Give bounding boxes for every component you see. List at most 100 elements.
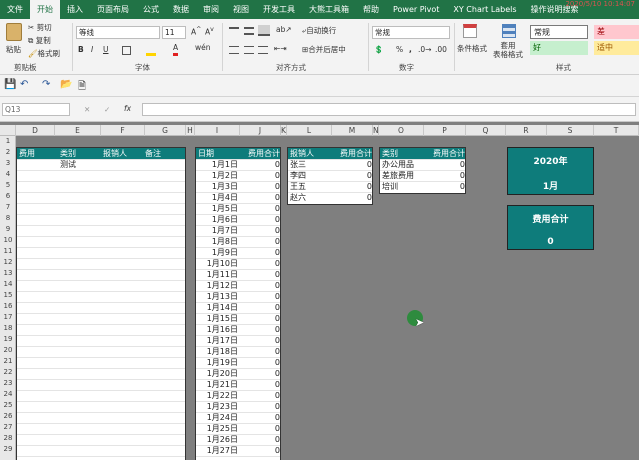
row-header-13[interactable]: 13 <box>0 268 16 279</box>
formula-input[interactable] <box>142 103 636 116</box>
date-total-26[interactable]: 0 <box>240 445 280 456</box>
row-header-25[interactable]: 25 <box>0 400 16 411</box>
date-total-23[interactable]: 0 <box>240 412 280 423</box>
row-header-8[interactable]: 8 <box>0 213 16 224</box>
font-size-shrink-icon[interactable]: Av <box>205 26 214 37</box>
border-icon[interactable] <box>122 46 131 55</box>
percent-button[interactable]: % <box>396 45 403 54</box>
cancel-icon[interactable]: ✕ <box>84 105 90 114</box>
date-total-10[interactable]: 0 <box>240 269 280 280</box>
person-name-2[interactable]: 王五 <box>290 181 306 192</box>
date-total-16[interactable]: 0 <box>240 335 280 346</box>
date-cell-22[interactable]: 1月23日 <box>196 401 238 412</box>
date-cell-25[interactable]: 1月26日 <box>196 434 238 445</box>
column-header-F[interactable]: F <box>101 125 145 136</box>
conditional-format-icon[interactable] <box>463 24 477 38</box>
row-header-20[interactable]: 20 <box>0 345 16 356</box>
format-painter-button[interactable]: 🖌格式刷 <box>28 48 60 59</box>
row-header-27[interactable]: 27 <box>0 422 16 433</box>
date-total-17[interactable]: 0 <box>240 346 280 357</box>
align-top-icon[interactable] <box>229 27 239 35</box>
tab-2[interactable]: 插入 <box>60 0 90 19</box>
row-header-29[interactable]: 29 <box>0 444 16 455</box>
date-cell-12[interactable]: 1月13日 <box>196 291 238 302</box>
table-format-button[interactable]: 套用 表格格式 <box>493 41 523 59</box>
date-total-4[interactable]: 0 <box>240 203 280 214</box>
date-total-24[interactable]: 0 <box>240 423 280 434</box>
row-header-18[interactable]: 18 <box>0 323 16 334</box>
date-total-13[interactable]: 0 <box>240 302 280 313</box>
column-header-O[interactable]: O <box>379 125 424 136</box>
date-total-0[interactable]: 0 <box>240 159 280 170</box>
category-name-2[interactable]: 培训 <box>382 181 398 192</box>
date-total-21[interactable]: 0 <box>240 390 280 401</box>
confirm-icon[interactable]: ✓ <box>104 105 110 114</box>
column-header-Q[interactable]: Q <box>466 125 506 136</box>
align-bottom-icon[interactable] <box>258 25 270 36</box>
date-cell-5[interactable]: 1月6日 <box>196 214 238 225</box>
date-cell-26[interactable]: 1月27日 <box>196 445 238 456</box>
date-total-14[interactable]: 0 <box>240 313 280 324</box>
tab-6[interactable]: 审阅 <box>196 0 226 19</box>
align-left-icon[interactable] <box>229 46 239 54</box>
date-cell-20[interactable]: 1月21日 <box>196 379 238 390</box>
row-header-19[interactable]: 19 <box>0 334 16 345</box>
date-total-9[interactable]: 0 <box>240 258 280 269</box>
tab-10[interactable]: 帮助 <box>356 0 386 19</box>
date-cell-16[interactable]: 1月17日 <box>196 335 238 346</box>
row-header-21[interactable]: 21 <box>0 356 16 367</box>
date-cell-17[interactable]: 1月18日 <box>196 346 238 357</box>
row-header-5[interactable]: 5 <box>0 180 16 191</box>
tab-8[interactable]: 开发工具 <box>256 0 302 19</box>
date-total-8[interactable]: 0 <box>240 247 280 258</box>
orientation-icon[interactable]: ab↗ <box>276 25 292 34</box>
total-card[interactable]: 费用合计 0 <box>507 205 594 250</box>
row-header-22[interactable]: 22 <box>0 367 16 378</box>
date-cell-7[interactable]: 1月8日 <box>196 236 238 247</box>
date-cell-0[interactable]: 1月1日 <box>196 159 238 170</box>
date-total-5[interactable]: 0 <box>240 214 280 225</box>
person-name-1[interactable]: 李四 <box>290 170 306 181</box>
tab-4[interactable]: 公式 <box>136 0 166 19</box>
style-neutral[interactable]: 适中 <box>594 41 639 55</box>
column-header-H[interactable]: H <box>186 125 195 136</box>
column-header-D[interactable]: D <box>16 125 55 136</box>
fx-icon[interactable]: fx <box>124 104 131 113</box>
date-cell-4[interactable]: 1月5日 <box>196 203 238 214</box>
select-all-corner[interactable] <box>0 125 16 136</box>
row-header-4[interactable]: 4 <box>0 169 16 180</box>
date-cell-3[interactable]: 1月4日 <box>196 192 238 203</box>
category-total-0[interactable]: 0 <box>425 159 465 170</box>
bold-button[interactable]: B <box>78 45 84 54</box>
date-total-11[interactable]: 0 <box>240 280 280 291</box>
paste-icon[interactable] <box>6 23 22 41</box>
tab-11[interactable]: Power Pivot <box>386 0 446 19</box>
date-total-15[interactable]: 0 <box>240 324 280 335</box>
column-header-L[interactable]: L <box>287 125 332 136</box>
expense-header-0[interactable]: 费用 <box>19 148 35 159</box>
row-header-12[interactable]: 12 <box>0 257 16 268</box>
person-header-1[interactable]: 费用合计 <box>328 148 372 159</box>
tab-12[interactable]: XY Chart Labels <box>446 0 523 19</box>
row-header-16[interactable]: 16 <box>0 301 16 312</box>
year-month-card[interactable]: 2020年 1月 <box>507 147 594 195</box>
date-cell-24[interactable]: 1月25日 <box>196 423 238 434</box>
date-cell-21[interactable]: 1月22日 <box>196 390 238 401</box>
row-header-23[interactable]: 23 <box>0 378 16 389</box>
person-total-2[interactable]: 0 <box>332 181 372 192</box>
align-middle-icon[interactable] <box>244 27 254 35</box>
date-total-2[interactable]: 0 <box>240 181 280 192</box>
category-total-2[interactable]: 0 <box>425 181 465 192</box>
category-header-1[interactable]: 费用合计 <box>420 148 465 159</box>
style-normal[interactable]: 常规 <box>530 25 588 39</box>
currency-icon[interactable]: 💲 <box>374 45 383 54</box>
date-cell-14[interactable]: 1月15日 <box>196 313 238 324</box>
date-cell-9[interactable]: 1月10日 <box>196 258 238 269</box>
name-box[interactable]: Q13 <box>2 103 70 116</box>
folder-icon[interactable]: 📂 <box>60 79 72 90</box>
tab-9[interactable]: 大熊工具箱 <box>302 0 356 19</box>
tab-1[interactable]: 开始 <box>30 0 60 19</box>
column-header-P[interactable]: P <box>424 125 466 136</box>
comma-button[interactable]: , <box>409 45 412 54</box>
row-header-15[interactable]: 15 <box>0 290 16 301</box>
